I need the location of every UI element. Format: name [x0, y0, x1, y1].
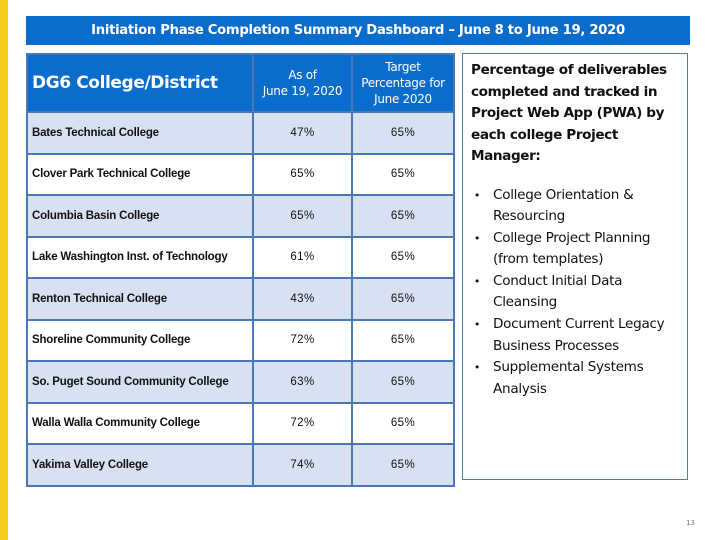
table-row: So. Puget Sound Community College 63% 65… — [26, 360, 455, 404]
list-item: • Conduct Initial Data Cleansing — [471, 271, 679, 314]
header-college-district: DG6 College/District — [26, 53, 254, 113]
college-name: Lake Washington Inst. of Technology — [26, 235, 254, 279]
target-value: 65% — [351, 360, 455, 404]
list-item-label: College Project Planning (from templates… — [493, 229, 651, 268]
college-name: Clover Park Technical College — [26, 152, 254, 196]
as-of-value: 61% — [252, 235, 353, 279]
list-item: • College Orientation & Resourcing — [471, 185, 679, 228]
target-value: 65% — [351, 152, 455, 196]
list-item: • Document Current Legacy Business Proce… — [471, 314, 679, 357]
target-value: 65% — [351, 235, 455, 279]
table-row: Shoreline Community College 72% 65% — [26, 318, 455, 362]
college-name: Bates Technical College — [26, 111, 254, 155]
info-heading: Percentage of deliverables completed and… — [471, 62, 667, 164]
table-header-row: DG6 College/District As of June 19, 2020… — [26, 53, 455, 113]
header-college-district-label: DG6 College/District — [32, 73, 218, 93]
as-of-value: 72% — [252, 318, 353, 362]
header-target: Target Percentage for June 2020 — [351, 53, 455, 113]
table-row: Lake Washington Inst. of Technology 61% … — [26, 235, 455, 279]
header-as-of: As of June 19, 2020 — [252, 53, 353, 113]
as-of-value: 65% — [252, 194, 353, 238]
dashboard-title: Initiation Phase Completion Summary Dash… — [26, 16, 690, 45]
college-name: Walla Walla Community College — [26, 401, 254, 445]
list-item: • College Project Planning (from templat… — [471, 228, 679, 271]
bullet-icon: • — [473, 274, 481, 288]
target-value: 65% — [351, 443, 455, 487]
table-row: Clover Park Technical College 65% 65% — [26, 152, 455, 196]
college-name: Yakima Valley College — [26, 443, 254, 487]
target-value: 65% — [351, 401, 455, 445]
table-row: Columbia Basin College 65% 65% — [26, 194, 455, 238]
accent-bar — [0, 0, 8, 540]
deliverables-info-panel: Percentage of deliverables completed and… — [462, 53, 688, 480]
list-item-label: Document Current Legacy Business Process… — [493, 316, 665, 354]
bullet-icon: • — [473, 188, 481, 202]
as-of-value: 65% — [252, 152, 353, 196]
table-row: Walla Walla Community College 72% 65% — [26, 401, 455, 445]
target-value: 65% — [351, 111, 455, 155]
as-of-value: 72% — [252, 401, 353, 445]
college-name: So. Puget Sound Community College — [26, 360, 254, 404]
target-value: 65% — [351, 194, 455, 238]
bullet-icon: • — [473, 231, 481, 245]
as-of-value: 63% — [252, 360, 353, 404]
as-of-value: 74% — [252, 443, 353, 487]
as-of-value: 47% — [252, 111, 353, 155]
page-number: 13 — [686, 519, 695, 527]
table-row: Bates Technical College 47% 65% — [26, 111, 455, 155]
header-target-line3: June 2020 — [374, 92, 432, 106]
table-row: Yakima Valley College 74% 65% — [26, 443, 455, 487]
deliverables-list: • College Orientation & Resourcing • Col… — [471, 185, 679, 401]
bullet-icon: • — [473, 318, 481, 332]
header-target-line2: Percentage for — [361, 76, 445, 90]
target-value: 65% — [351, 277, 455, 321]
bullet-icon: • — [473, 361, 481, 375]
header-as-of-line2: June 19, 2020 — [262, 84, 343, 98]
list-item-label: Conduct Initial Data Cleansing — [493, 272, 623, 311]
list-item-label: Supplemental Systems Analysis — [493, 359, 644, 397]
list-item: • Supplemental Systems Analysis — [471, 357, 679, 400]
college-name: Renton Technical College — [26, 277, 254, 321]
list-item-label: College Orientation & Resourcing — [493, 186, 634, 225]
completion-summary-table: DG6 College/District As of June 19, 2020… — [26, 53, 455, 487]
header-as-of-line1: As of — [288, 68, 317, 82]
table-row: Renton Technical College 43% 65% — [26, 277, 455, 321]
header-target-line1: Target — [385, 60, 421, 74]
as-of-value: 43% — [252, 277, 353, 321]
college-name: Shoreline Community College — [26, 318, 254, 362]
target-value: 65% — [351, 318, 455, 362]
college-name: Columbia Basin College — [26, 194, 254, 238]
